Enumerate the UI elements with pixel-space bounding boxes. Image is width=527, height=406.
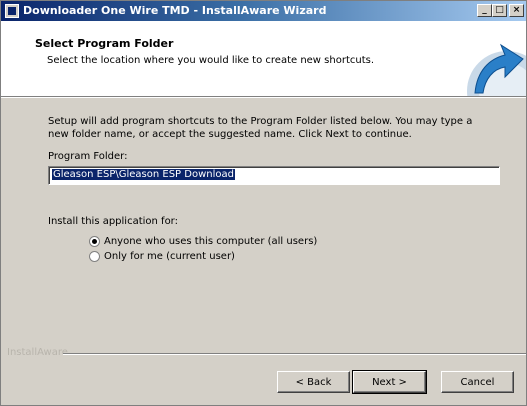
program-folder-label: Program Folder: <box>48 151 128 162</box>
installaware-brand: InstallAware <box>7 347 68 358</box>
option-current-user[interactable]: Only for me (current user) <box>89 249 235 263</box>
setup-description: Setup will add program shortcuts to the … <box>48 116 473 140</box>
radio-current-user[interactable] <box>89 250 100 262</box>
install-for-label: Install this application for: <box>48 216 178 227</box>
header-separator <box>1 96 526 98</box>
header-title: Select Program Folder <box>35 37 174 50</box>
program-folder-input[interactable]: Gleason ESP\Gleason ESP Download <box>48 166 500 185</box>
option-all-users[interactable]: Anyone who uses this computer (all users… <box>89 234 317 248</box>
maximize-button[interactable]: □ <box>492 4 507 17</box>
minimize-button[interactable]: _ <box>477 4 492 17</box>
back-button[interactable]: < Back <box>277 371 350 393</box>
wizard-header: Select Program Folder Select the locatio… <box>1 21 526 96</box>
cancel-button[interactable]: Cancel <box>441 371 514 393</box>
installer-arrow-icon <box>467 43 526 96</box>
footer-separator <box>63 353 526 355</box>
app-icon[interactable] <box>5 4 19 18</box>
option-current-user-label: Only for me (current user) <box>104 250 235 262</box>
title-bar[interactable]: Downloader One Wire TMD - InstallAware W… <box>1 1 526 21</box>
program-folder-value: Gleason ESP\Gleason ESP Download <box>52 169 235 180</box>
header-subtitle: Select the location where you would like… <box>47 55 375 66</box>
close-button[interactable]: × <box>509 4 524 17</box>
radio-all-users[interactable] <box>89 235 100 247</box>
next-button[interactable]: Next > <box>352 370 427 394</box>
option-all-users-label: Anyone who uses this computer (all users… <box>104 235 318 247</box>
wizard-window: Downloader One Wire TMD - InstallAware W… <box>0 0 527 406</box>
window-title: Downloader One Wire TMD - InstallAware W… <box>23 4 327 17</box>
